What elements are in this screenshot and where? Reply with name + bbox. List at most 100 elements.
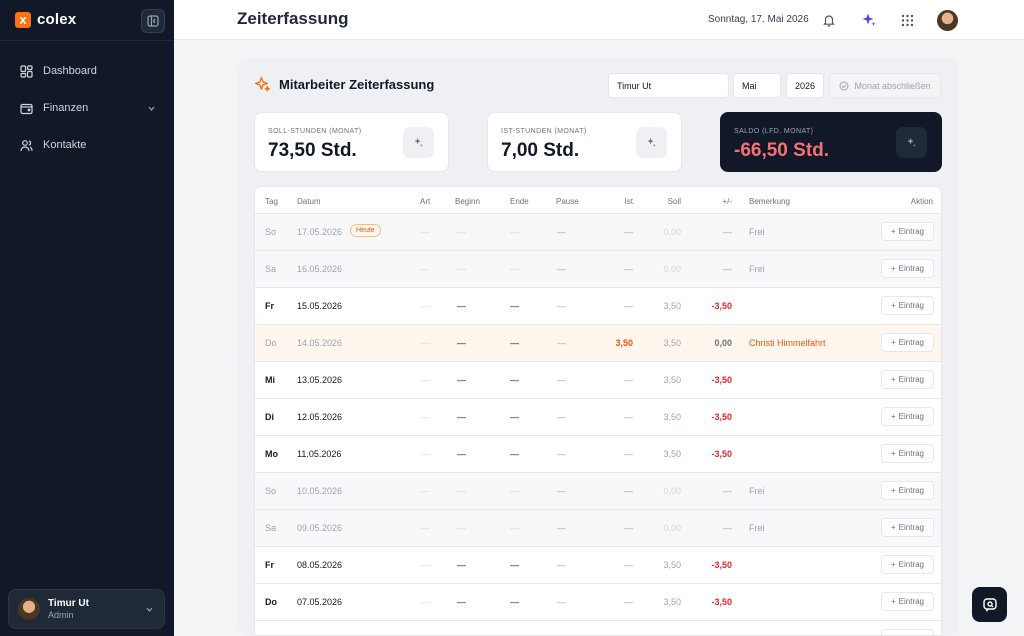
add-entry-button[interactable]: +Eintrag bbox=[881, 333, 934, 352]
cell-beginn: — bbox=[457, 449, 466, 459]
ai-assistant-button[interactable] bbox=[860, 11, 878, 29]
cell-beginn: — bbox=[457, 375, 466, 385]
cell-ist: — bbox=[624, 375, 633, 385]
add-entry-button[interactable]: +Eintrag bbox=[881, 481, 934, 500]
cell-beginn: — bbox=[457, 301, 466, 311]
cell-bemerkung: Christi Himmelfahrt bbox=[749, 338, 826, 348]
user-menu[interactable]: Timur Ut Admin bbox=[8, 589, 165, 629]
cell-tag: Sa bbox=[265, 523, 277, 533]
cell-ende: — bbox=[510, 523, 519, 533]
plus-icon: + bbox=[890, 301, 896, 310]
year-input[interactable]: 2026 bbox=[786, 73, 824, 98]
cell-tag: So bbox=[265, 486, 277, 496]
chat-button[interactable] bbox=[972, 587, 1007, 622]
brand-name: colex bbox=[37, 11, 77, 28]
cell-pause: — bbox=[557, 523, 566, 533]
cell-soll: 3,50 bbox=[663, 597, 681, 607]
add-entry-button[interactable]: +Eintrag bbox=[881, 592, 934, 611]
add-entry-button[interactable]: +Eintrag bbox=[881, 629, 934, 635]
sidebar-item-label: Dashboard bbox=[43, 65, 97, 77]
cell-datum: 10.05.2026 bbox=[297, 486, 343, 496]
cell-diff: -3,50 bbox=[711, 375, 732, 385]
col-art: Art bbox=[420, 197, 431, 206]
cell-ist: — bbox=[624, 560, 633, 570]
cell-art: — bbox=[421, 597, 430, 607]
sparkles-icon bbox=[647, 137, 656, 147]
table-row: So 10.05.2026 — — — — — 0,00 — Frei + Eintrag bbox=[255, 473, 941, 510]
cell-beginn: — bbox=[457, 486, 466, 496]
cell-datum: 17.05.2026 bbox=[297, 227, 343, 237]
cell-tag: So bbox=[265, 227, 277, 237]
today-badge: Heute bbox=[350, 224, 381, 237]
plus-icon: + bbox=[890, 486, 896, 495]
cell-bemerkung: Frei bbox=[749, 264, 765, 274]
add-entry-button[interactable]: +Eintrag bbox=[881, 518, 934, 537]
brand-logo[interactable]: x colex bbox=[15, 11, 76, 28]
sidebar: x colex Dashboard Finanzen Kontakte Timu… bbox=[0, 0, 174, 636]
close-month-label: Monat abschließen bbox=[854, 80, 931, 91]
cell-tag: Fr bbox=[265, 560, 274, 570]
add-entry-label: Eintrag bbox=[898, 486, 925, 495]
section-title-text: Mitarbeiter Zeiterfassung bbox=[279, 77, 435, 92]
section-title: Mitarbeiter Zeiterfassung bbox=[254, 76, 434, 93]
col-datum: Datum bbox=[297, 197, 321, 206]
cell-diff: -3,50 bbox=[711, 301, 732, 311]
add-entry-button[interactable]: +Eintrag bbox=[881, 555, 934, 574]
add-entry-button[interactable]: +Eintrag bbox=[881, 370, 934, 389]
header-avatar[interactable] bbox=[937, 10, 958, 31]
cell-datum: 11.05.2026 bbox=[297, 449, 342, 459]
cell-ist: — bbox=[624, 523, 633, 533]
cell-datum: 14.05.2026 bbox=[297, 338, 343, 348]
avatar bbox=[18, 598, 40, 620]
add-entry-label: Eintrag bbox=[898, 338, 925, 347]
user-info: Timur Ut Admin bbox=[48, 598, 89, 620]
stat-card-ist: Ist-Stunden (Monat) 7,00 Std. bbox=[487, 112, 682, 172]
add-entry-button[interactable]: +Eintrag bbox=[881, 296, 934, 315]
current-date: Sonntag, 17. Mai 2026 bbox=[708, 14, 809, 25]
cell-beginn: — bbox=[457, 523, 466, 533]
add-entry-button[interactable]: +Eintrag bbox=[881, 444, 934, 463]
page-title: Zeiterfassung bbox=[237, 9, 349, 28]
add-entry-label: Eintrag bbox=[898, 301, 925, 310]
brand-mark-icon: x bbox=[15, 11, 31, 28]
cell-bemerkung: Frei bbox=[749, 227, 765, 237]
cell-tag: Sa bbox=[265, 264, 277, 274]
cell-soll: 3,50 bbox=[663, 338, 681, 348]
add-entry-label: Eintrag bbox=[898, 375, 925, 384]
cell-bemerkung: Frei bbox=[749, 523, 765, 533]
close-month-button[interactable]: Monat abschließen bbox=[829, 73, 941, 98]
sidebar-item-kontakte[interactable]: Kontakte bbox=[10, 132, 164, 158]
col-tag: Tag bbox=[265, 197, 278, 206]
add-entry-button[interactable]: +Eintrag bbox=[881, 222, 934, 241]
month-select[interactable]: Mai bbox=[733, 73, 781, 98]
add-entry-button[interactable]: +Eintrag bbox=[881, 407, 934, 426]
plus-icon: + bbox=[890, 375, 896, 384]
table-row: Mo 11.05.2026 — — — — — 3,50 -3,50 + Eintrag bbox=[255, 436, 941, 473]
cell-ist: — bbox=[624, 486, 633, 496]
cell-art: — bbox=[421, 412, 430, 422]
col-ende: Ende bbox=[510, 197, 529, 206]
cell-soll: 3,50 bbox=[663, 375, 681, 385]
users-icon bbox=[20, 139, 33, 151]
chevron-down-icon bbox=[146, 607, 153, 612]
stat-card-saldo: Saldo (lfd. Monat) -66,50 Std. bbox=[720, 112, 942, 172]
sidebar-collapse-button[interactable] bbox=[141, 9, 165, 33]
sparkles-icon bbox=[907, 137, 916, 147]
cell-ende: — bbox=[510, 486, 519, 496]
add-entry-button[interactable]: +Eintrag bbox=[881, 259, 934, 278]
apps-menu-button[interactable] bbox=[898, 11, 916, 29]
sidebar-item-finanzen[interactable]: Finanzen bbox=[10, 95, 164, 121]
cell-ende: — bbox=[510, 449, 519, 459]
sparkles-icon bbox=[254, 76, 271, 92]
cell-datum: 16.05.2026 bbox=[297, 264, 343, 274]
cell-datum: 12.05.2026 bbox=[297, 412, 343, 422]
table-header: Tag Datum Art Beginn Ende Pause Ist Soll… bbox=[255, 187, 941, 214]
cell-soll: 3,50 bbox=[663, 560, 681, 570]
cell-beginn: — bbox=[457, 412, 466, 422]
check-circle-icon bbox=[839, 81, 849, 90]
cell-soll: 0,00 bbox=[663, 264, 681, 274]
employee-select[interactable]: Timur Ut bbox=[608, 73, 729, 98]
sidebar-item-dashboard[interactable]: Dashboard bbox=[10, 58, 164, 84]
notifications-button[interactable] bbox=[820, 11, 838, 29]
cell-diff: 0,00 bbox=[714, 338, 732, 348]
